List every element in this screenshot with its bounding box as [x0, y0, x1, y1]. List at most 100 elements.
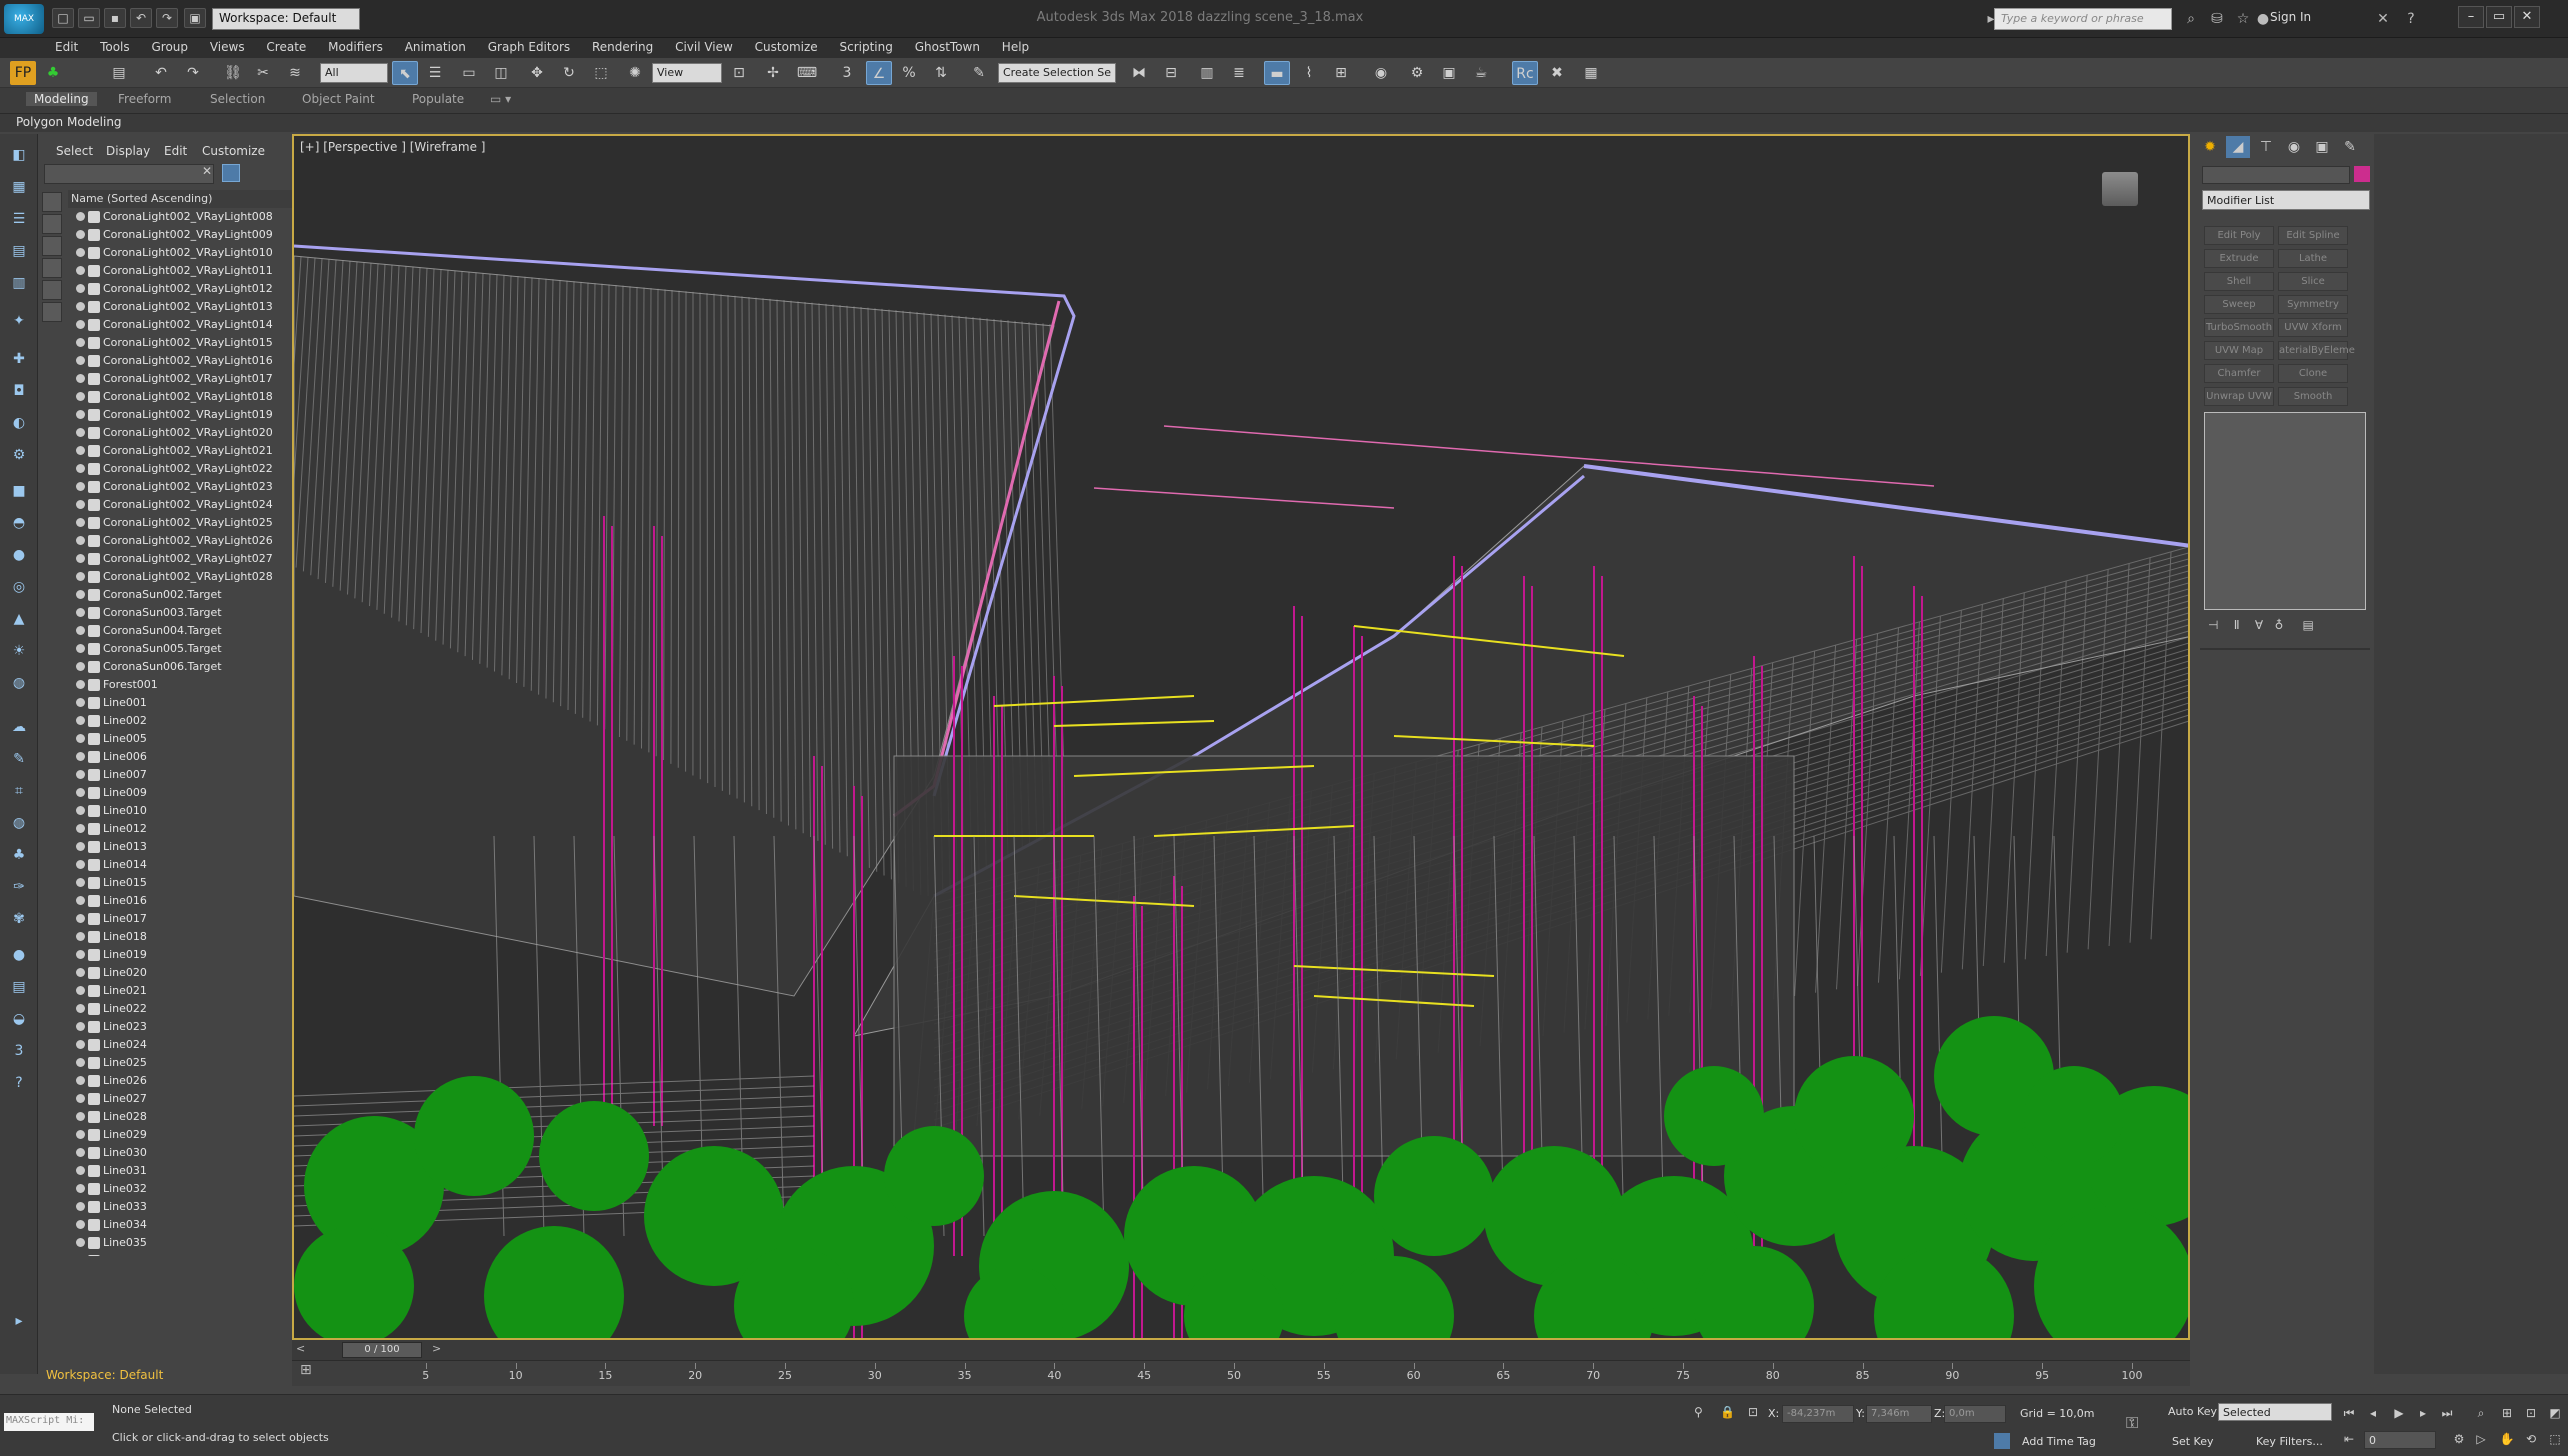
column-header-name[interactable]: Name (Sorted Ascending)	[68, 190, 308, 208]
maxscript-listener[interactable]: MAXScript Mi:	[4, 1413, 94, 1431]
window-crossing-icon[interactable]: ◫	[488, 61, 514, 85]
field-of-view-icon[interactable]: ▷	[2470, 1429, 2492, 1449]
visibility-toggle-icon[interactable]	[76, 968, 85, 977]
list-item[interactable]: Line001	[68, 694, 308, 712]
menu-help[interactable]: Help	[993, 38, 1038, 56]
favorites-icon[interactable]: ☆	[2232, 8, 2254, 30]
display-spacewarps-icon[interactable]	[42, 302, 62, 322]
project-folder-icon[interactable]: ▣	[184, 8, 206, 28]
visibility-toggle-icon[interactable]	[76, 518, 85, 527]
scale-icon[interactable]: ⬚	[588, 61, 614, 85]
visibility-toggle-icon[interactable]	[76, 1130, 85, 1139]
menu-edit[interactable]: Edit	[46, 38, 87, 56]
explorer-menu-customize[interactable]: Customize	[202, 144, 265, 158]
list-item[interactable]: CoronaLight002_VRayLight026	[68, 532, 308, 550]
list-item[interactable]: Line029	[68, 1126, 308, 1144]
visibility-toggle-icon[interactable]	[76, 572, 85, 581]
visibility-toggle-icon[interactable]	[76, 1040, 85, 1049]
tab-populate[interactable]: Populate	[412, 92, 464, 106]
menu-civil-view[interactable]: Civil View	[666, 38, 742, 56]
list-item[interactable]: Line013	[68, 838, 308, 856]
railclone-icon[interactable]: ▤	[106, 61, 132, 85]
visibility-toggle-icon[interactable]	[76, 590, 85, 599]
ribbon-toggle-icon[interactable]: ▬	[1264, 61, 1290, 85]
list-item[interactable]: Line032	[68, 1180, 308, 1198]
list-item[interactable]: CoronaLight002_VRayLight024	[68, 496, 308, 514]
list-item[interactable]: CoronaLight002_VRayLight015	[68, 334, 308, 352]
railclone-style-icon[interactable]: Rc	[1512, 61, 1538, 85]
visibility-toggle-icon[interactable]	[76, 608, 85, 617]
filter-icon[interactable]	[222, 164, 240, 182]
list-item[interactable]: Line019	[68, 946, 308, 964]
visibility-toggle-icon[interactable]	[76, 230, 85, 239]
z-coordinate-field[interactable]: 0,0m	[1944, 1405, 2006, 1423]
space-warp-icon[interactable]: ⚙	[8, 444, 30, 466]
visibility-toggle-icon[interactable]	[76, 1202, 85, 1211]
modifier-button[interactable]: Chamfer	[2204, 364, 2274, 383]
new-file-icon[interactable]: □	[52, 8, 74, 28]
list-item[interactable]: Line006	[68, 748, 308, 766]
visibility-toggle-icon[interactable]	[76, 752, 85, 761]
visibility-toggle-icon[interactable]	[76, 446, 85, 455]
edit-named-selection-icon[interactable]: ✎	[966, 61, 992, 85]
mirror-icon[interactable]: ⧓	[1126, 61, 1152, 85]
cross-icon[interactable]: ✚	[8, 348, 30, 370]
app-logo-icon[interactable]: MAX	[4, 4, 44, 34]
camera-icon[interactable]: ◘	[8, 380, 30, 402]
visibility-toggle-icon[interactable]	[76, 1184, 85, 1193]
menu-graph-editors[interactable]: Graph Editors	[479, 38, 579, 56]
explorer-menu-display[interactable]: Display	[106, 144, 150, 158]
angle-snap-icon[interactable]: ∠	[866, 61, 892, 85]
time-next-icon[interactable]: >	[432, 1342, 441, 1355]
globe-icon[interactable]: ◍	[8, 812, 30, 834]
sun-icon[interactable]: ☀	[8, 640, 30, 662]
close-button[interactable]: ✕	[2514, 6, 2540, 28]
visibility-toggle-icon[interactable]	[76, 626, 85, 635]
rendered-frame-icon[interactable]: ▣	[1436, 61, 1462, 85]
visibility-toggle-icon[interactable]	[76, 374, 85, 383]
ribbon-options-icon[interactable]: ▭ ▾	[490, 92, 511, 106]
list-item[interactable]: CoronaSun005.Target	[68, 640, 308, 658]
modifier-button[interactable]: Extrude	[2204, 249, 2274, 268]
rect-selection-icon[interactable]: ▭	[456, 61, 482, 85]
forest-pack-icon[interactable]: ♣	[40, 61, 66, 85]
viewport-label[interactable]: [+] [Perspective ] [Wireframe ]	[300, 140, 485, 154]
visibility-toggle-icon[interactable]	[76, 644, 85, 653]
list-item[interactable]: Line031	[68, 1162, 308, 1180]
modifier-button[interactable]: UVW Xform	[2278, 318, 2348, 337]
move-icon[interactable]: ✥	[524, 61, 550, 85]
visibility-toggle-icon[interactable]	[76, 824, 85, 833]
workspace-select[interactable]: Workspace: Default	[212, 8, 360, 30]
visibility-toggle-icon[interactable]	[76, 788, 85, 797]
list-item[interactable]: CoronaLight002_VRayLight010	[68, 244, 308, 262]
display-lights-icon[interactable]	[42, 236, 62, 256]
menu-modifiers[interactable]: Modifiers	[319, 38, 392, 56]
container-icon[interactable]: ▦	[8, 176, 30, 198]
viewport-layout-icon[interactable]: ◧	[8, 144, 30, 166]
menu-group[interactable]: Group	[142, 38, 197, 56]
number-icon[interactable]: 3	[8, 1040, 30, 1062]
panel-icon[interactable]: ▤	[8, 240, 30, 262]
list-item[interactable]: CoronaLight002_VRayLight025	[68, 514, 308, 532]
visibility-toggle-icon[interactable]	[76, 698, 85, 707]
torus-icon[interactable]: ◎	[8, 576, 30, 598]
visibility-toggle-icon[interactable]	[76, 428, 85, 437]
modifier-button[interactable]: Sweep	[2204, 295, 2274, 314]
table-icon[interactable]: ▦	[1578, 61, 1604, 85]
search-input[interactable]: Type a keyword or phrase	[1994, 8, 2172, 30]
spinner-snap-icon[interactable]: ⇅	[928, 61, 954, 85]
subscription-icon[interactable]: ⛁	[2206, 8, 2228, 30]
list-item[interactable]: Line016	[68, 892, 308, 910]
list-item[interactable]: Line024	[68, 1036, 308, 1054]
visibility-toggle-icon[interactable]	[76, 338, 85, 347]
modifier-button[interactable]: Slice	[2278, 272, 2348, 291]
y-coordinate-field[interactable]: 7,346m	[1866, 1405, 1932, 1423]
render-production-icon[interactable]: ☕	[1468, 61, 1494, 85]
pin-stack-icon[interactable]: ⊣	[2208, 618, 2218, 632]
list-item[interactable]: CoronaLight002_VRayLight013	[68, 298, 308, 316]
visibility-toggle-icon[interactable]	[76, 1094, 85, 1103]
select-manipulate-icon[interactable]: ✢	[760, 61, 786, 85]
named-selection-set-select[interactable]: Create Selection Se	[998, 63, 1116, 83]
list-item[interactable]: Line015	[68, 874, 308, 892]
list-item[interactable]: Line034	[68, 1216, 308, 1234]
